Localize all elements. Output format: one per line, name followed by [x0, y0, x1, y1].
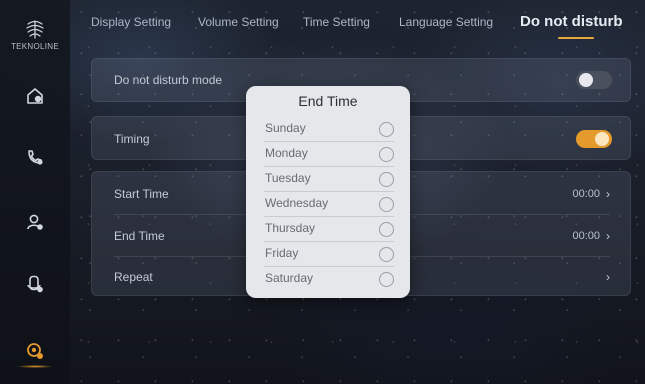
- end-time-label: End Time: [114, 229, 165, 243]
- timing-toggle[interactable]: [576, 130, 612, 148]
- radio-button[interactable]: [379, 197, 394, 212]
- day-option-sunday[interactable]: Sunday: [264, 117, 394, 142]
- logo-icon: [26, 20, 44, 39]
- sidebar-item-home[interactable]: [23, 84, 47, 108]
- day-option-friday[interactable]: Friday: [264, 242, 394, 267]
- radio-button[interactable]: [379, 147, 394, 162]
- day-label: Thursday: [265, 221, 316, 235]
- day-option-saturday[interactable]: Saturday: [264, 267, 394, 292]
- device-settings-icon: [27, 275, 43, 293]
- dnd-mode-toggle[interactable]: [576, 71, 612, 89]
- radio-button[interactable]: [379, 272, 394, 287]
- day-option-wednesday[interactable]: Wednesday: [264, 192, 394, 217]
- day-label: Saturday: [265, 271, 314, 285]
- sidebar-item-user[interactable]: [23, 210, 47, 234]
- start-time-value-group: 00:00 ›: [572, 187, 610, 201]
- day-option-monday[interactable]: Monday: [264, 142, 394, 167]
- day-label: Wednesday: [265, 196, 329, 210]
- day-option-thursday[interactable]: Thursday: [264, 217, 394, 242]
- chevron-right-icon: ›: [606, 270, 610, 284]
- brand-logo: TEKNOLINE: [0, 18, 70, 51]
- sidebar-item-system[interactable]: [17, 339, 53, 368]
- end-time-value: 00:00: [572, 230, 600, 242]
- tab-do-not-disturb[interactable]: Do not disturb: [520, 13, 622, 30]
- repeat-value-group: ›: [600, 270, 610, 284]
- day-option-tuesday[interactable]: Tuesday: [264, 167, 394, 192]
- dialog-title: End Time: [298, 93, 358, 109]
- dnd-mode-label: Do not disturb mode: [114, 73, 223, 87]
- end-time-value-group: 00:00 ›: [572, 229, 610, 243]
- sidebar-item-phone[interactable]: [23, 145, 47, 169]
- sidebar: TEKNOLINE: [0, 0, 70, 384]
- day-label: Friday: [265, 246, 299, 260]
- chevron-right-icon: ›: [606, 187, 610, 201]
- end-time-dialog: End Time Sunday Monday Tuesday Wednesday…: [246, 86, 410, 298]
- toggle-knob: [579, 73, 593, 87]
- radio-button[interactable]: [379, 247, 394, 262]
- radio-button[interactable]: [379, 122, 394, 137]
- user-settings-icon: [27, 214, 43, 230]
- system-settings-icon: [27, 343, 43, 359]
- toggle-knob: [595, 132, 609, 146]
- tab-time-setting[interactable]: Time Setting: [303, 15, 370, 29]
- day-label: Monday: [265, 146, 308, 160]
- radio-button[interactable]: [379, 172, 394, 187]
- tab-volume-setting[interactable]: Volume Setting: [198, 15, 279, 29]
- day-label: Sunday: [265, 121, 306, 135]
- sidebar-item-device[interactable]: [23, 272, 47, 296]
- day-label: Tuesday: [265, 171, 311, 185]
- repeat-label: Repeat: [114, 270, 153, 284]
- tab-display-setting[interactable]: Display Setting: [91, 15, 171, 29]
- home-settings-icon: [27, 88, 43, 104]
- chevron-right-icon: ›: [606, 229, 610, 243]
- phone-settings-icon: [28, 150, 43, 165]
- radio-button[interactable]: [379, 222, 394, 237]
- start-time-label: Start Time: [114, 187, 169, 201]
- tab-language-setting[interactable]: Language Setting: [399, 15, 493, 29]
- active-tab-indicator: [558, 37, 594, 39]
- start-time-value: 00:00: [572, 188, 600, 200]
- timing-label: Timing: [114, 132, 150, 146]
- brand-name: TEKNOLINE: [10, 42, 60, 51]
